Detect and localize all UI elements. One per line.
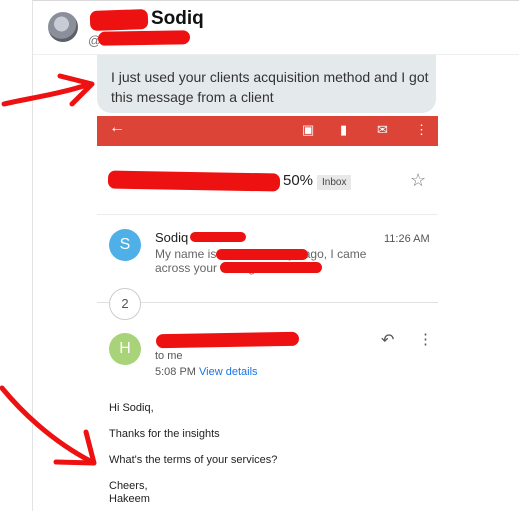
annotation-arrow-bottom — [0, 385, 95, 465]
annotation-layer — [0, 73, 97, 466]
